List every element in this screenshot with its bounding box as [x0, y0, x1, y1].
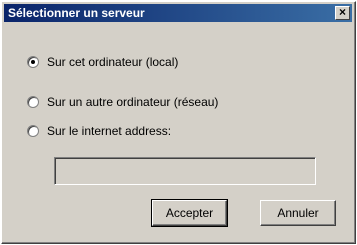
radio-internet[interactable]: [27, 125, 39, 137]
cancel-button[interactable]: Annuler: [260, 200, 336, 226]
close-icon: ×: [338, 5, 346, 19]
window-title: Sélectionner un serveur: [8, 6, 145, 20]
option-internet[interactable]: Sur le internet address:: [27, 123, 171, 139]
option-network[interactable]: Sur un autre ordinateur (réseau): [27, 94, 218, 110]
close-button[interactable]: ×: [335, 6, 350, 20]
option-network-label: Sur un autre ordinateur (réseau): [47, 95, 219, 109]
radio-local[interactable]: [27, 56, 39, 68]
option-internet-label: Sur le internet address:: [47, 124, 172, 138]
title-bar[interactable]: Sélectionner un serveur ×: [4, 4, 352, 22]
option-local-label: Sur cet ordinateur (local): [47, 55, 179, 69]
select-server-dialog: Sélectionner un serveur × Sur cet ordina…: [1, 1, 356, 244]
option-local[interactable]: Sur cet ordinateur (local): [27, 54, 178, 70]
accept-button[interactable]: Accepter: [151, 199, 228, 227]
internet-address-input[interactable]: [54, 157, 316, 185]
radio-network[interactable]: [27, 96, 39, 108]
